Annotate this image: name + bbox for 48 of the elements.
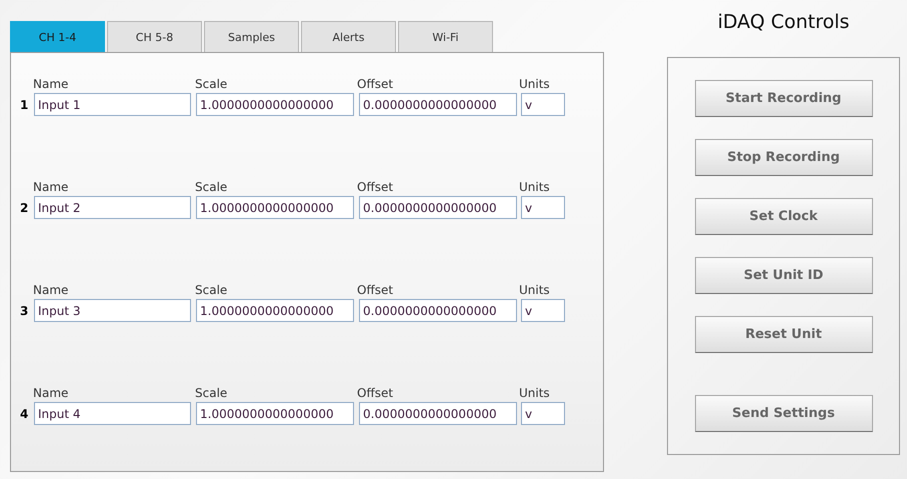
- name-field[interactable]: Input 2: [34, 196, 191, 219]
- control-button[interactable]: Start Recording: [694, 80, 872, 117]
- column-label: Name: [33, 180, 70, 196]
- units-field[interactable]: v: [521, 196, 565, 219]
- tab[interactable]: CH 5-8: [107, 21, 202, 52]
- control-button[interactable]: Stop Recording: [694, 139, 872, 176]
- column-label: Units: [519, 180, 550, 196]
- control-button[interactable]: Set Clock: [694, 198, 872, 235]
- scale-field[interactable]: 1.0000000000000000: [196, 196, 354, 219]
- offset-field[interactable]: 0.0000000000000000: [359, 402, 517, 425]
- column-label: Offset: [357, 386, 394, 402]
- channel-number: 1: [20, 98, 29, 112]
- column-label: Scale: [195, 180, 228, 196]
- scale-field[interactable]: 1.0000000000000000: [196, 402, 354, 425]
- scale-field[interactable]: 1.0000000000000000: [196, 93, 354, 116]
- channel-number: 4: [20, 406, 29, 420]
- tab[interactable]: Alerts: [301, 21, 396, 52]
- units-field[interactable]: v: [521, 299, 565, 322]
- control-button[interactable]: Set Unit ID: [694, 257, 872, 294]
- offset-field[interactable]: 0.0000000000000000: [359, 299, 517, 322]
- panel-title: iDAQ Controls: [716, 10, 850, 35]
- column-label: Name: [33, 283, 70, 299]
- channel-number: 2: [20, 200, 29, 214]
- offset-field[interactable]: 0.0000000000000000: [359, 196, 517, 219]
- name-field[interactable]: Input 3: [34, 299, 191, 322]
- column-label: Units: [519, 77, 550, 93]
- column-label: Name: [33, 77, 70, 93]
- column-label: Units: [519, 283, 550, 299]
- scale-field[interactable]: 1.0000000000000000: [196, 299, 354, 322]
- column-label: Offset: [357, 77, 394, 93]
- units-field[interactable]: v: [521, 402, 565, 425]
- column-label: Offset: [357, 180, 394, 196]
- column-label: Scale: [195, 386, 228, 402]
- column-label: Scale: [195, 77, 228, 93]
- tab[interactable]: CH 1-4: [10, 21, 105, 52]
- name-field[interactable]: Input 1: [34, 93, 191, 116]
- control-button[interactable]: Reset Unit: [694, 316, 872, 353]
- offset-field[interactable]: 0.0000000000000000: [359, 93, 517, 116]
- column-label: Units: [519, 386, 550, 402]
- column-label: Scale: [195, 283, 228, 299]
- units-field[interactable]: v: [521, 93, 565, 116]
- tab[interactable]: Samples: [204, 21, 299, 52]
- channel-number: 3: [20, 304, 29, 318]
- column-label: Name: [33, 386, 70, 402]
- column-label: Offset: [357, 283, 394, 299]
- name-field[interactable]: Input 4: [34, 402, 191, 425]
- tab[interactable]: Wi-Fi: [398, 21, 493, 52]
- control-button[interactable]: Send Settings: [694, 395, 872, 432]
